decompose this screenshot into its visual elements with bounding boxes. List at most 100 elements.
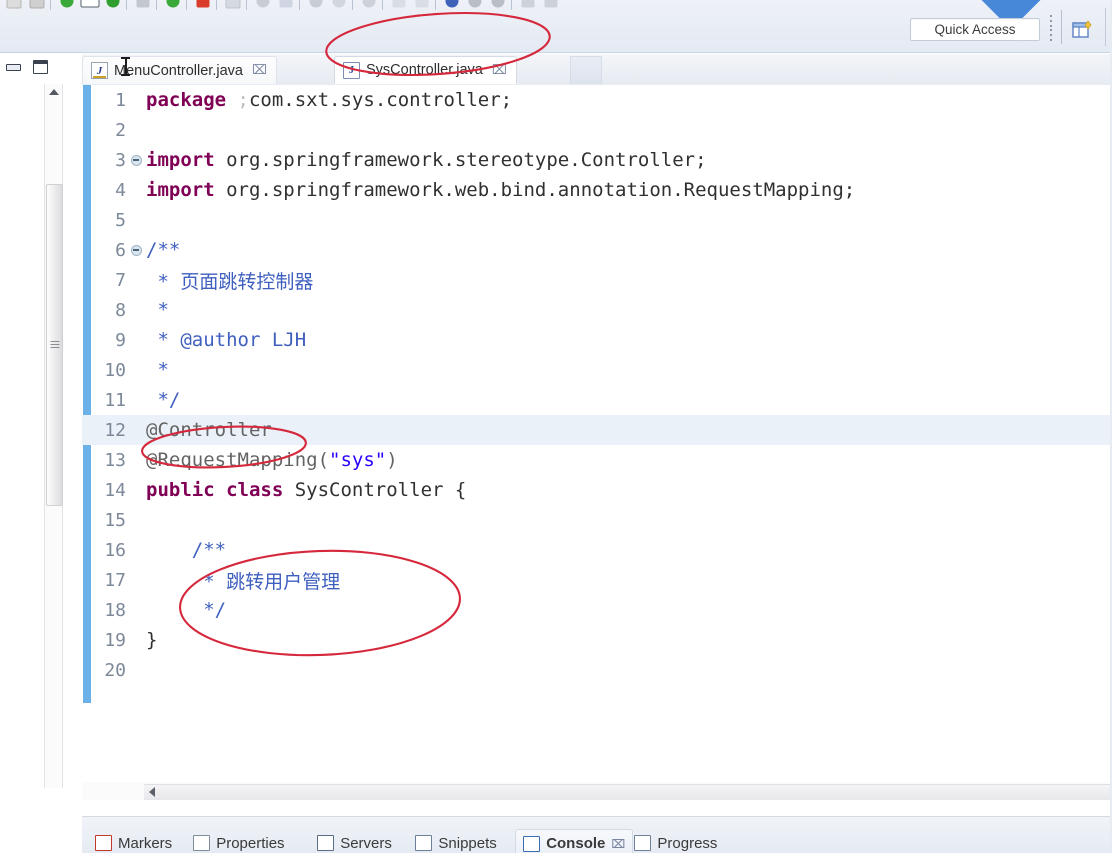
servers-icon xyxy=(317,835,335,851)
scrollbar-thumb[interactable] xyxy=(46,184,63,506)
markers-icon xyxy=(95,835,112,851)
scrollbar-grip-icon xyxy=(50,341,59,349)
code-line[interactable]: 14 public class SysController { xyxy=(82,475,1112,505)
toolbar-separator-10 xyxy=(435,0,439,10)
token-pun: ; xyxy=(237,89,249,111)
scroll-up-arrow-icon[interactable] xyxy=(45,84,62,100)
close-icon[interactable]: ⌧ xyxy=(492,64,507,77)
debug-perspective-icon[interactable] xyxy=(306,0,326,11)
refresh-icon[interactable] xyxy=(359,0,379,11)
code-line[interactable]: 9 * @author LJH xyxy=(82,325,1112,355)
token-cmt: /** xyxy=(146,539,227,561)
editor-tab-menucontroller[interactable]: MenuController.java ⌧ xyxy=(82,56,277,84)
back-icon[interactable] xyxy=(465,0,485,11)
code-line[interactable]: 18 */ xyxy=(82,595,1112,625)
fold-collapse-icon[interactable] xyxy=(128,245,144,256)
next-annotation-icon[interactable] xyxy=(389,0,409,11)
code-line[interactable]: 7 * 页面跳转控制器 xyxy=(82,265,1112,295)
open-perspective-icon[interactable] xyxy=(1072,20,1094,40)
code-line[interactable]: 10 * xyxy=(82,355,1112,385)
token-pln: com.sxt.sys.controller; xyxy=(248,89,513,111)
pin-icon[interactable] xyxy=(518,0,538,11)
search-icon[interactable] xyxy=(253,0,273,11)
bottom-view-tab-console[interactable]: Console ⌧ xyxy=(515,829,634,853)
code-text: * @author LJH xyxy=(144,329,306,351)
new-icon[interactable] xyxy=(4,0,24,11)
line-number: 3 xyxy=(115,149,126,171)
editor-tab-syscontroller[interactable]: SysController.java ⌧ xyxy=(334,56,517,84)
bottom-view-tab-properties[interactable]: Properties xyxy=(186,829,291,853)
line-number: 4 xyxy=(115,179,126,201)
code-text: import org.springframework.stereotype.Co… xyxy=(144,149,707,171)
quick-access-field[interactable]: Quick Access xyxy=(910,18,1040,41)
code-text: public class SysController { xyxy=(144,479,466,501)
line-number: 9 xyxy=(115,329,126,351)
build-icon[interactable] xyxy=(223,0,243,11)
source-code-view[interactable]: 1 package ;com.sxt.sys.controller; 2 3 impor… xyxy=(82,85,1112,782)
editor-tab-label: MenuController.java xyxy=(114,62,243,79)
java-file-icon xyxy=(91,62,108,79)
progress-icon xyxy=(634,835,652,851)
code-line[interactable]: 1 package ;com.sxt.sys.controller; xyxy=(82,85,1112,115)
code-line[interactable]: 15 xyxy=(82,505,1112,535)
code-line[interactable]: 19} xyxy=(82,625,1112,655)
code-line[interactable]: 3 import org.springframework.stereotype.C… xyxy=(82,145,1112,175)
code-line[interactable]: 20 xyxy=(82,655,1112,685)
bottom-view-tab-servers[interactable]: Servers xyxy=(310,829,399,853)
hscroll-track[interactable] xyxy=(144,784,1112,800)
prev-annotation-icon[interactable] xyxy=(412,0,432,11)
console-icon[interactable] xyxy=(80,0,100,11)
bottom-view-tab-markers[interactable]: Markers xyxy=(88,829,179,853)
bottom-view-tab-progress[interactable]: Progress xyxy=(627,829,724,853)
token-cmt: * @author LJH xyxy=(146,329,307,351)
line-number: 11 xyxy=(104,389,126,411)
maximize-icon[interactable] xyxy=(33,60,48,74)
token-kw: class xyxy=(226,479,284,501)
code-line[interactable]: 8 * xyxy=(82,295,1112,325)
close-icon[interactable]: ⌧ xyxy=(611,837,625,851)
snippets-icon xyxy=(415,835,433,851)
code-line[interactable]: 11 */ xyxy=(82,385,1112,415)
code-line[interactable]: 5 xyxy=(82,205,1112,235)
run-server-icon[interactable] xyxy=(163,0,183,11)
close-icon[interactable]: ⌧ xyxy=(252,64,267,77)
debug-icon[interactable] xyxy=(103,0,123,11)
terminate-icon[interactable] xyxy=(193,0,213,11)
code-line[interactable]: 17 * 跳转用户管理 xyxy=(82,565,1112,595)
toolbar-drag-handle[interactable] xyxy=(1049,14,1052,42)
line-number: 17 xyxy=(104,569,126,591)
bottom-view-tab-label: Markers xyxy=(118,834,173,852)
link-blue-icon[interactable] xyxy=(442,0,462,11)
token-ann: @RequestMapping( xyxy=(146,449,330,471)
line-number: 8 xyxy=(115,299,126,321)
editor-tab-overflow[interactable] xyxy=(570,56,602,84)
toolbar-separator-7 xyxy=(299,0,303,10)
step-icon[interactable] xyxy=(133,0,153,11)
forward-icon[interactable] xyxy=(488,0,508,11)
editor-horizontal-scrollbar[interactable] xyxy=(82,782,1112,800)
toolbar-separator-8 xyxy=(352,0,356,10)
code-text: /** xyxy=(144,539,226,561)
code-line[interactable]: 4 import org.springframework.web.bind.ann… xyxy=(82,175,1112,205)
code-text: package ;com.sxt.sys.controller; xyxy=(144,89,512,111)
code-line[interactable]: 16 /** xyxy=(82,535,1112,565)
save-icon[interactable] xyxy=(27,0,47,11)
toolbar-separator-1 xyxy=(50,0,54,10)
line-number: 5 xyxy=(115,209,126,231)
bottom-view-tab-label: Properties xyxy=(216,834,285,852)
open-type-icon[interactable] xyxy=(276,0,296,11)
fold-collapse-icon[interactable] xyxy=(128,155,144,166)
token-pln: } xyxy=(146,629,158,651)
code-line[interactable]: 6 /** xyxy=(82,235,1112,265)
minimize-icon[interactable] xyxy=(6,63,21,71)
java-perspective-icon[interactable] xyxy=(329,0,349,11)
bottom-view-tab-snippets[interactable]: Snippets xyxy=(408,829,503,853)
code-line[interactable]: 13 @RequestMapping("sys") xyxy=(82,445,1112,475)
misc-icon[interactable] xyxy=(541,0,561,11)
scroll-left-arrow-icon[interactable] xyxy=(144,784,160,799)
left-view-scrollbar[interactable] xyxy=(44,84,63,788)
code-line[interactable]: 2 xyxy=(82,115,1112,145)
run-icon[interactable] xyxy=(57,0,77,11)
line-number: 12 xyxy=(104,419,126,441)
code-line[interactable]: 12 @Controller xyxy=(82,415,1112,445)
